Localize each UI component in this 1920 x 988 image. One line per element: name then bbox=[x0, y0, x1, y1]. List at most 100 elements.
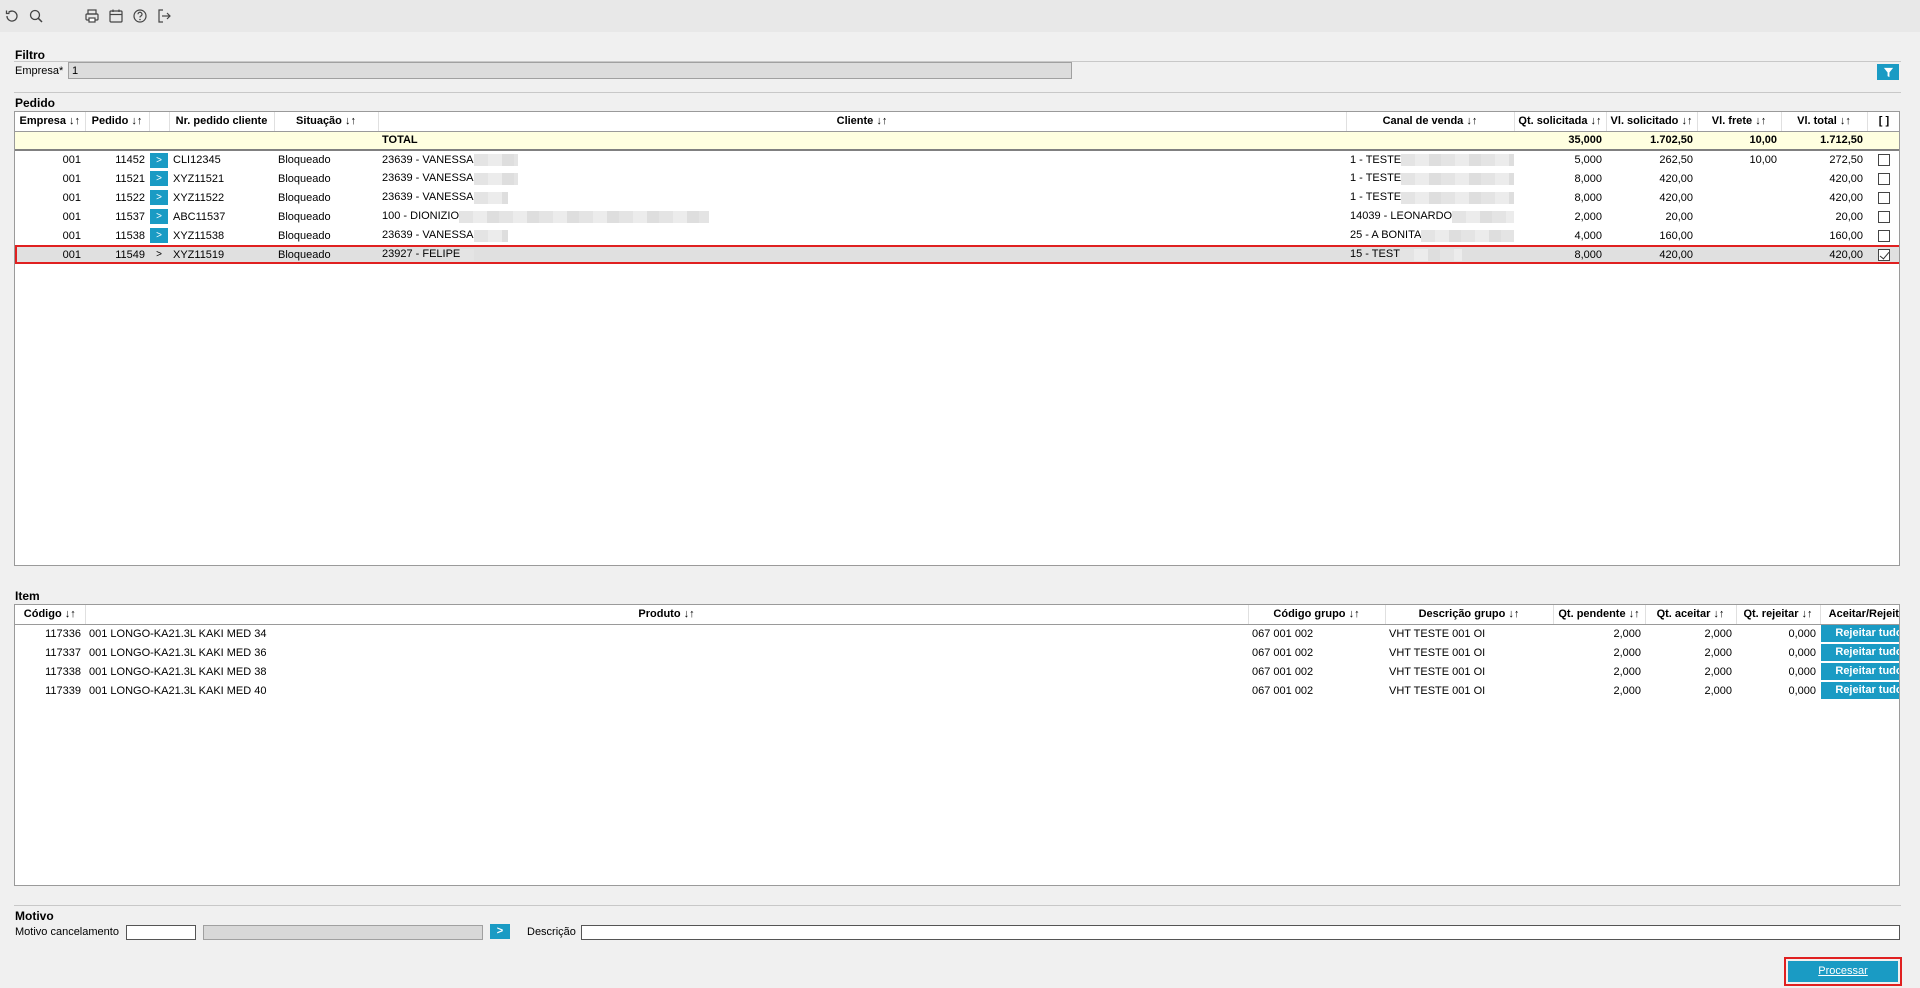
col-qt-pendente[interactable]: Qt. pendente ↓↑ bbox=[1553, 605, 1646, 625]
col-empresa[interactable]: Empresa ↓↑ bbox=[15, 112, 86, 132]
rejeitar-tudo-button[interactable]: Rejeitar tudo bbox=[1821, 682, 1899, 699]
redacted-text bbox=[1401, 172, 1514, 185]
search-icon[interactable] bbox=[26, 6, 46, 26]
cell-nr-cliente: XYZ11519 bbox=[169, 245, 274, 264]
processar-highlight: Processar bbox=[1784, 957, 1902, 986]
cell-desc-grupo: VHT TESTE 001 OI bbox=[1389, 646, 1486, 659]
row-checkbox[interactable] bbox=[1878, 191, 1890, 204]
cell-cliente: 23639 - VANESSA bbox=[382, 229, 474, 242]
open-pedido-button[interactable]: > bbox=[150, 152, 168, 168]
rejeitar-tudo-button[interactable]: Rejeitar tudo bbox=[1821, 644, 1899, 661]
col-descricao-grupo[interactable]: Descrição grupo ↓↑ bbox=[1385, 605, 1554, 625]
item-row[interactable]: 117339 001 LONGO-KA21.3L KAKI MED 40 067… bbox=[15, 681, 1899, 700]
cell-vl-solicitado: 20,00 bbox=[1665, 210, 1693, 223]
cell-qt-aceitar[interactable]: 2,000 bbox=[1645, 681, 1736, 700]
cell-canal: 25 - A BONITA bbox=[1350, 229, 1422, 242]
empresa-input[interactable] bbox=[68, 62, 1072, 79]
pedido-row[interactable]: 001 11452 > CLI12345 Bloqueado 23639 - V… bbox=[15, 150, 1899, 169]
cell-qt-rejeitar[interactable]: 0,000 bbox=[1736, 643, 1820, 662]
pedido-row[interactable]: 001 11522 > XYZ11522 Bloqueado 23639 - V… bbox=[15, 188, 1899, 207]
open-pedido-button[interactable]: > bbox=[150, 228, 168, 243]
cell-situacao: Bloqueado bbox=[278, 172, 331, 185]
print-icon[interactable] bbox=[82, 6, 102, 26]
cell-desc-grupo: VHT TESTE 001 OI bbox=[1389, 684, 1486, 697]
motivo-cancelamento-label: Motivo cancelamento bbox=[15, 926, 119, 938]
total-vl-total: 1.712,50 bbox=[1781, 131, 1867, 151]
col-canal-venda[interactable]: Canal de venda ↓↑ bbox=[1346, 112, 1515, 132]
pedido-row[interactable]: 001 11521 > XYZ11521 Bloqueado 23639 - V… bbox=[15, 169, 1899, 188]
help-icon[interactable] bbox=[130, 6, 150, 26]
redacted-text bbox=[459, 210, 710, 223]
cell-qt-aceitar[interactable]: 2,000 bbox=[1645, 643, 1736, 662]
filter-button[interactable] bbox=[1877, 64, 1899, 80]
row-checkbox[interactable] bbox=[1878, 172, 1890, 185]
cell-qt-aceitar[interactable]: 2,000 bbox=[1645, 624, 1736, 643]
row-checkbox[interactable] bbox=[1878, 210, 1890, 223]
redacted-text bbox=[473, 154, 518, 167]
descricao-input[interactable] bbox=[581, 925, 1900, 940]
pedido-row-selected[interactable]: 001 11549 > XYZ11519 Bloqueado 23927 - F… bbox=[15, 245, 1899, 264]
pedido-table: Empresa ↓↑ Pedido ↓↑ Nr. pedido cliente … bbox=[15, 112, 1899, 264]
row-checkbox-checked[interactable] bbox=[1878, 248, 1890, 261]
item-row[interactable]: 117336 001 LONGO-KA21.3L KAKI MED 34 067… bbox=[15, 624, 1899, 643]
open-pedido-button[interactable]: > bbox=[150, 247, 168, 262]
col-qt-aceitar[interactable]: Qt. aceitar ↓↑ bbox=[1645, 605, 1737, 625]
refresh-icon[interactable] bbox=[2, 6, 22, 26]
col-vl-frete[interactable]: Vl. frete ↓↑ bbox=[1697, 112, 1782, 132]
cell-vl-solicitado: 420,00 bbox=[1606, 245, 1697, 264]
col-codigo-grupo[interactable]: Código grupo ↓↑ bbox=[1248, 605, 1386, 625]
processar-button[interactable]: Processar bbox=[1788, 961, 1898, 982]
item-header-row: Código ↓↑ Produto ↓↑ Código grupo ↓↑ Des… bbox=[15, 605, 1899, 625]
total-vl-frete: 10,00 bbox=[1697, 131, 1781, 151]
cell-frete bbox=[1697, 188, 1781, 207]
redacted-text bbox=[460, 248, 475, 261]
col-produto[interactable]: Produto ↓↑ bbox=[85, 605, 1249, 625]
pedido-row[interactable]: 001 11538 > XYZ11538 Bloqueado 23639 - V… bbox=[15, 226, 1899, 245]
cell-cod-grupo: 067 001 002 bbox=[1252, 665, 1314, 678]
motivo-search-button[interactable]: > bbox=[490, 924, 510, 939]
col-cliente[interactable]: Cliente ↓↑ bbox=[378, 112, 1347, 132]
pedido-row[interactable]: 001 11537 > ABC11537 Bloqueado 100 - DIO… bbox=[15, 207, 1899, 226]
cell-pedido: 11452 bbox=[115, 154, 145, 166]
col-select-all[interactable]: [ ] bbox=[1867, 112, 1899, 132]
cell-nr-cliente: CLI12345 bbox=[173, 154, 221, 166]
calendar-icon[interactable] bbox=[106, 6, 126, 26]
cell-pedido: 11538 bbox=[115, 229, 145, 242]
pedido-header-row: Empresa ↓↑ Pedido ↓↑ Nr. pedido cliente … bbox=[15, 112, 1899, 132]
cell-qt-rejeitar[interactable]: 0,000 bbox=[1736, 624, 1820, 643]
exit-icon[interactable] bbox=[154, 6, 174, 26]
cell-qt-rejeitar[interactable]: 0,000 bbox=[1736, 662, 1820, 681]
total-row: TOTAL 35,000 1.702,50 10,00 1.712,50 bbox=[15, 131, 1899, 151]
cell-qt-rejeitar[interactable]: 0,000 bbox=[1736, 681, 1820, 700]
col-vl-solicitado[interactable]: Vl. solicitado ↓↑ bbox=[1606, 112, 1698, 132]
cell-qt: 5,000 bbox=[1574, 154, 1602, 166]
col-qt-solicitada[interactable]: Qt. solicitada ↓↑ bbox=[1514, 112, 1607, 132]
col-pedido[interactable]: Pedido ↓↑ bbox=[85, 112, 150, 132]
rejeitar-tudo-button[interactable]: Rejeitar tudo bbox=[1821, 663, 1899, 680]
col-qt-rejeitar[interactable]: Qt. rejeitar ↓↑ bbox=[1736, 605, 1821, 625]
cell-produto: 001 LONGO-KA21.3L KAKI MED 40 bbox=[89, 684, 267, 697]
item-row[interactable]: 117337 001 LONGO-KA21.3L KAKI MED 36 067… bbox=[15, 643, 1899, 662]
col-vl-total[interactable]: Vl. total ↓↑ bbox=[1781, 112, 1868, 132]
motivo-codigo-input[interactable] bbox=[126, 925, 196, 940]
cell-cliente: 23927 - FELIPE bbox=[382, 248, 461, 261]
rejeitar-tudo-button[interactable]: Rejeitar tudo bbox=[1821, 625, 1899, 643]
open-pedido-button[interactable]: > bbox=[150, 171, 168, 186]
item-row[interactable]: 117338 001 LONGO-KA21.3L KAKI MED 38 067… bbox=[15, 662, 1899, 681]
cell-situacao: Bloqueado bbox=[278, 229, 331, 242]
cell-qt-pendente: 2,000 bbox=[1613, 665, 1641, 678]
redacted-text bbox=[1452, 210, 1514, 223]
open-pedido-button[interactable]: > bbox=[150, 209, 168, 224]
cell-codigo: 117337 bbox=[45, 646, 81, 659]
total-vl-solicitado: 1.702,50 bbox=[1606, 131, 1697, 151]
row-checkbox[interactable] bbox=[1878, 229, 1890, 242]
cell-produto: 001 LONGO-KA21.3L KAKI MED 36 bbox=[89, 646, 267, 659]
cell-situacao: Bloqueado bbox=[278, 154, 331, 166]
cell-qt-aceitar[interactable]: 2,000 bbox=[1645, 662, 1736, 681]
motivo-title: Motivo bbox=[15, 909, 54, 923]
open-pedido-button[interactable]: > bbox=[150, 190, 168, 205]
col-codigo[interactable]: Código ↓↑ bbox=[15, 605, 86, 625]
col-situacao[interactable]: Situação ↓↑ bbox=[274, 112, 379, 132]
cell-canal: 15 - TEST bbox=[1350, 248, 1400, 261]
row-checkbox[interactable] bbox=[1878, 154, 1890, 167]
